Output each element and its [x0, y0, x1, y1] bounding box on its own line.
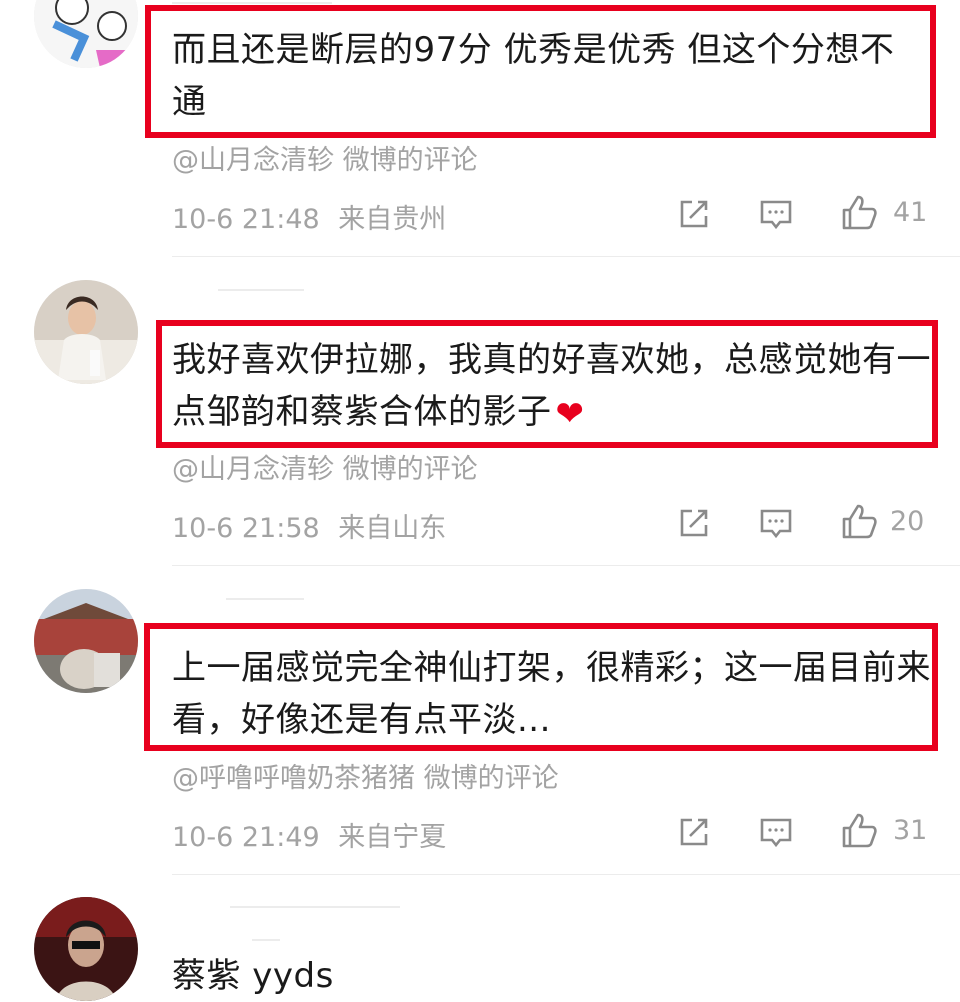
divider	[172, 565, 960, 566]
comment-text: 蔡紫 yyds	[172, 956, 334, 996]
divider	[172, 874, 960, 875]
comment-text: 上一届感觉完全神仙打架，很精彩；这一届目前来看，好像还是有点平淡...	[172, 648, 931, 740]
comment-time: 10-6 21:58	[172, 513, 320, 544]
like-icon[interactable]	[840, 812, 878, 850]
comment-meta: 10-6 21:48 来自贵州	[172, 197, 456, 236]
comment-icon[interactable]	[758, 814, 794, 850]
heart-emoji: ❤	[555, 394, 585, 434]
comment-icon[interactable]	[758, 505, 794, 541]
avatar[interactable]: !	[34, 0, 138, 68]
divider	[172, 256, 960, 257]
comment-text: 我好喜欢伊拉娜，我真的好喜欢她，总感觉她有一点邹韵和蔡紫合体的影子 ❤	[172, 334, 932, 440]
comment-text-body: 我好喜欢伊拉娜，我真的好喜欢她，总感觉她有一点邹韵和蔡紫合体的影子	[172, 340, 931, 432]
like-icon[interactable]	[840, 503, 878, 541]
comment-source[interactable]: @山月念清轸 微博的评论	[172, 447, 478, 486]
username-placeholder[interactable]	[230, 906, 400, 908]
share-icon[interactable]	[676, 505, 712, 541]
username-placeholder[interactable]	[172, 2, 332, 4]
cartoon-avatar-image: !	[34, 0, 138, 68]
like-icon[interactable]	[840, 194, 878, 232]
comment-time: 10-6 21:49	[172, 822, 320, 853]
comment-text: 而且还是断层的97分 优秀是优秀 但这个分想不通	[172, 30, 895, 122]
avatar[interactable]	[34, 589, 138, 693]
comment-meta: 10-6 21:49 来自宁夏	[172, 815, 456, 854]
avatar[interactable]	[34, 280, 138, 384]
username-placeholder[interactable]	[226, 598, 304, 600]
comment-location: 来自宁夏	[338, 822, 447, 853]
comment-time: 10-6 21:48	[172, 204, 320, 235]
username-placeholder[interactable]	[218, 289, 304, 291]
comment-meta: 10-6 21:58 来自山东	[172, 506, 456, 545]
comment-source[interactable]: @呼噜呼噜奶茶猪猪 微博的评论	[172, 756, 559, 795]
like-count: 20	[890, 506, 925, 537]
avatar-photo	[34, 589, 138, 693]
username-placeholder[interactable]	[252, 939, 280, 941]
like-count: 31	[893, 815, 928, 846]
like-count: 41	[893, 197, 928, 228]
avatar[interactable]	[34, 897, 138, 1001]
comment-icon[interactable]	[758, 196, 794, 232]
avatar-photo	[34, 897, 138, 1001]
share-icon[interactable]	[676, 196, 712, 232]
share-icon[interactable]	[676, 814, 712, 850]
avatar-photo	[34, 280, 138, 384]
comment-source[interactable]: @山月念清轸 微博的评论	[172, 138, 478, 177]
comment-location: 来自山东	[338, 513, 447, 544]
comment-location: 来自贵州	[338, 204, 447, 235]
